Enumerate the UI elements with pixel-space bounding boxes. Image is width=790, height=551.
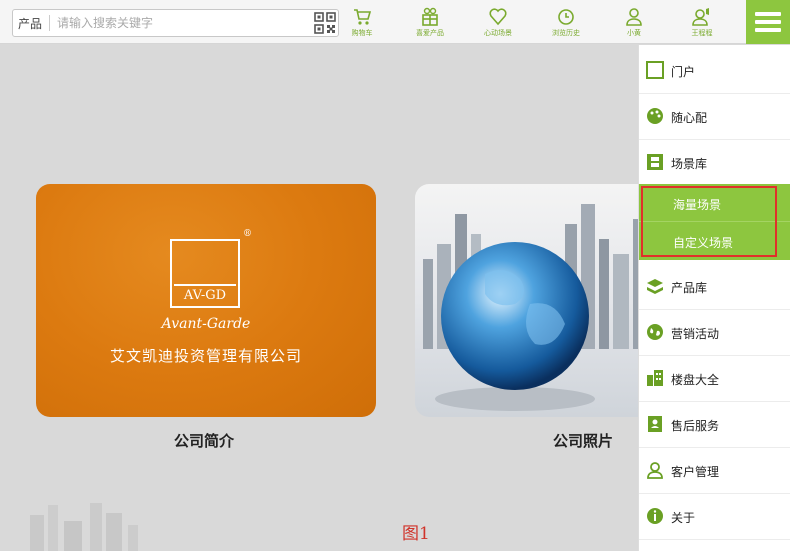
- company-photos-card[interactable]: [415, 184, 638, 417]
- menu-bar-icon: [755, 20, 781, 24]
- top-bar: 产品 购物车 喜爱产品 心动场景 浏览历史 小黄: [0, 0, 790, 44]
- company-intro-caption: 公司简介: [174, 432, 235, 450]
- side-item-label: 门户: [671, 65, 696, 79]
- palette-icon: [647, 108, 663, 124]
- side-item-portal[interactable]: 门户: [639, 48, 790, 94]
- nav-cart-label: 购物车: [351, 29, 373, 37]
- nav-scenes-label: 心动场景: [484, 29, 512, 37]
- annotation-highlight-box: [641, 186, 777, 257]
- search-separator: [49, 15, 50, 31]
- side-item-marketing[interactable]: 营销活动: [639, 310, 790, 356]
- info-icon: [647, 508, 663, 524]
- side-item-customer-management[interactable]: 客户管理: [639, 448, 790, 494]
- nav-user-2-label: 王程程: [691, 29, 713, 37]
- company-name: 艾文凯迪投资管理有限公司: [109, 347, 302, 365]
- side-item-label: 楼盘大全: [671, 373, 720, 387]
- buildings-icon: [647, 370, 663, 386]
- nav-user-2[interactable]: 王程程: [670, 6, 734, 38]
- side-item-real-estate[interactable]: 楼盘大全: [639, 356, 790, 402]
- main-content: AV-GD ® Avant-Garde 艾文凯迪投资管理有限公司 公司简介 公司…: [0, 45, 638, 551]
- side-item-scene-library[interactable]: 场景库: [639, 140, 790, 186]
- nav-scenes[interactable]: 心动场景: [466, 6, 530, 38]
- person-outline-icon: [647, 462, 663, 479]
- registered-mark: ®: [243, 229, 252, 239]
- search-input[interactable]: [57, 13, 307, 33]
- side-item-product-library[interactable]: 产品库: [639, 264, 790, 310]
- side-item-after-sales[interactable]: 售后服务: [639, 402, 790, 448]
- globe-icon: [647, 324, 663, 340]
- user-speaker-icon: [692, 8, 709, 26]
- side-item-suixinpei[interactable]: 随心配: [639, 94, 790, 140]
- nav-cart[interactable]: 购物车: [330, 6, 394, 38]
- side-item-label: 随心配: [671, 111, 708, 125]
- logo-script-text: Avant-Garde: [161, 316, 251, 332]
- film-icon: [647, 154, 663, 170]
- search-bar: 产品: [12, 9, 339, 37]
- side-item-label: 营销活动: [671, 327, 720, 341]
- av-gd-logo: AV-GD: [170, 239, 240, 308]
- company-intro-card[interactable]: AV-GD ® Avant-Garde 艾文凯迪投资管理有限公司: [36, 184, 376, 417]
- side-item-about[interactable]: 关于: [639, 494, 790, 540]
- city-silhouette-bg: [30, 503, 138, 551]
- logo-text: AV-GD: [174, 284, 236, 303]
- globe-city-image: [423, 204, 638, 411]
- figure-label: 图1: [402, 524, 430, 544]
- clock-icon: [558, 9, 574, 25]
- nav-favorites-label: 喜爱产品: [416, 29, 444, 37]
- side-item-label: 关于: [671, 511, 696, 525]
- nav-history-label: 浏览历史: [552, 29, 580, 37]
- square-outline-icon: [646, 61, 664, 79]
- hamburger-menu-button[interactable]: [746, 0, 790, 44]
- side-item-label: 客户管理: [671, 465, 720, 479]
- side-item-label: 场景库: [671, 157, 708, 171]
- side-item-label: 售后服务: [671, 419, 720, 433]
- nav-favorites[interactable]: 喜爱产品: [398, 6, 462, 38]
- side-item-label: 产品库: [671, 281, 708, 295]
- heart-icon: [489, 8, 507, 26]
- nav-user-1[interactable]: 小黄: [602, 6, 666, 38]
- menu-bar-icon: [755, 28, 781, 32]
- gift-icon: [422, 7, 438, 26]
- nav-history[interactable]: 浏览历史: [534, 6, 598, 38]
- user-icon: [626, 8, 642, 26]
- nav-user-1-label: 小黄: [627, 29, 641, 37]
- menu-bar-icon: [755, 12, 781, 16]
- side-menu: 门户 随心配 场景库 海量场景 自定义场景 产品库 营销活动 楼盘大全 售后服务…: [638, 45, 790, 551]
- box-stack-icon: [647, 279, 663, 294]
- company-photos-caption: 公司照片: [553, 432, 614, 450]
- contact-book-icon: [648, 416, 662, 432]
- cart-icon: [354, 9, 372, 25]
- search-category[interactable]: 产品: [18, 15, 42, 32]
